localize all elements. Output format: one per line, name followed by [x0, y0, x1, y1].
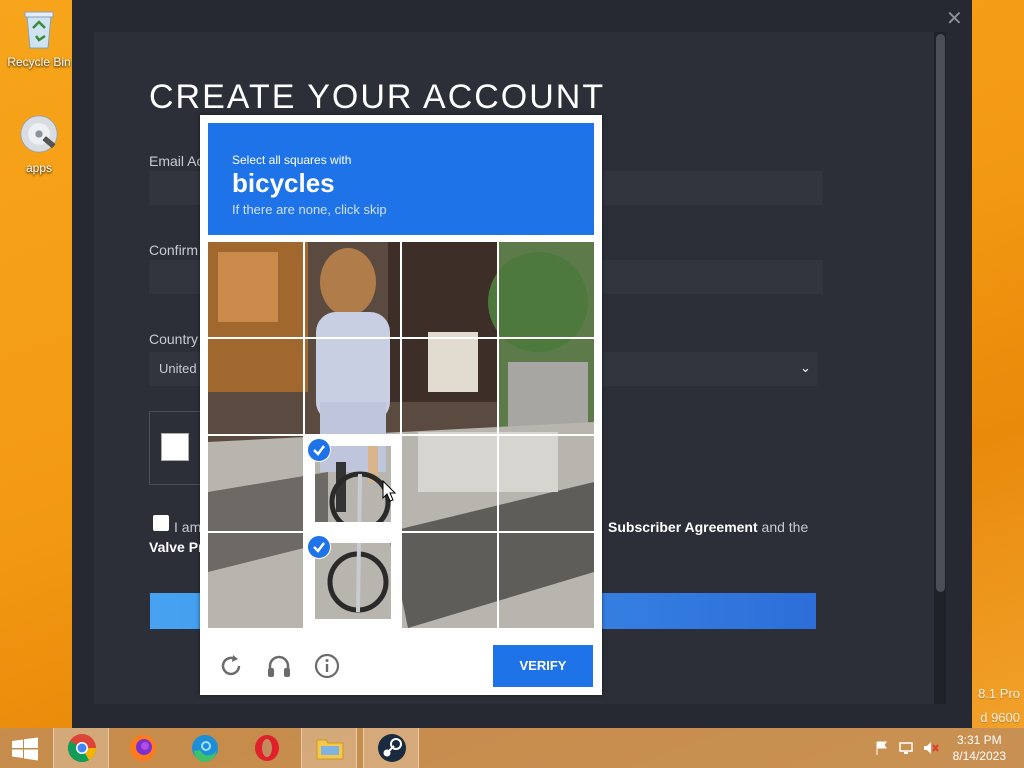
- steam-icon: [378, 734, 406, 762]
- clock-date: 8/14/2023: [952, 749, 1006, 763]
- captcha-tile-image: [402, 533, 497, 628]
- windows-logo-icon: [12, 737, 38, 761]
- captcha-tile[interactable]: [305, 242, 400, 337]
- captcha-tile-image: [499, 533, 594, 628]
- desktop-icon-apps[interactable]: apps: [4, 112, 74, 175]
- taskbar-steam[interactable]: [363, 728, 419, 768]
- subscriber-agreement-link[interactable]: Subscriber Agreement: [608, 519, 758, 535]
- captcha-tile[interactable]: [305, 533, 400, 628]
- captcha-tile-image: [402, 436, 497, 531]
- start-button[interactable]: [0, 728, 56, 768]
- network-icon[interactable]: [898, 740, 914, 756]
- captcha-tile-image: [305, 242, 400, 337]
- clock-time: 3:31 PM: [956, 733, 1002, 747]
- agreement-checkbox[interactable]: [153, 515, 169, 531]
- agreement-text-start: I am: [174, 519, 202, 535]
- captcha-prompt-header: Select all squares with bicycles If ther…: [208, 123, 594, 235]
- mouse-cursor-icon: [382, 480, 396, 502]
- captcha-skip-hint: If there are none, click skip: [232, 202, 387, 217]
- taskbar-firefox[interactable]: [115, 728, 171, 768]
- captcha-tile[interactable]: [208, 436, 303, 531]
- captcha-tile-image: [305, 339, 400, 434]
- taskbar: 3:31 PM 8/14/2023: [0, 728, 1024, 768]
- captcha-tile[interactable]: [208, 242, 303, 337]
- close-icon[interactable]: ✕: [946, 6, 963, 30]
- captcha-tile-image: [208, 533, 303, 628]
- info-icon[interactable]: [312, 651, 342, 681]
- captcha-tile[interactable]: [499, 533, 594, 628]
- captcha-image-grid: [208, 242, 594, 628]
- captcha-tile[interactable]: [305, 339, 400, 434]
- captcha-tile[interactable]: [402, 436, 497, 531]
- captcha-tile-image: [208, 242, 303, 337]
- verify-button[interactable]: VERIFY: [493, 645, 593, 687]
- desktop-icon-label: apps: [25, 161, 53, 175]
- agreement-text-end: Subscriber Agreement and the: [608, 519, 808, 535]
- captcha-tile[interactable]: [499, 242, 594, 337]
- flag-icon[interactable]: [874, 740, 890, 756]
- captcha-prompt-text: Select all squares with: [232, 153, 352, 167]
- captcha-tile-image: [208, 436, 303, 531]
- taskbar-clock[interactable]: 3:31 PM 8/14/2023: [953, 732, 1006, 764]
- recycle-bin-icon: [24, 11, 54, 49]
- captcha-tile-image: [402, 242, 497, 337]
- captcha-tile-image: [499, 242, 594, 337]
- chrome-icon: [68, 734, 96, 762]
- country-value: United: [159, 361, 197, 376]
- email-label: Email Ac: [149, 153, 204, 169]
- checkmark-icon: [307, 535, 331, 559]
- chevron-down-icon[interactable]: ⌄: [800, 360, 811, 376]
- opera-icon: [255, 735, 279, 761]
- captcha-tile-image: [499, 339, 594, 434]
- os-build-text: d 9600: [980, 710, 1020, 725]
- captcha-target-word: bicycles: [232, 168, 335, 198]
- captcha-tile[interactable]: [402, 339, 497, 434]
- confirm-email-label: Confirm: [149, 242, 199, 258]
- taskbar-edge[interactable]: [177, 728, 233, 768]
- volume-muted-icon[interactable]: [922, 740, 940, 756]
- page-title: CREATE YOUR ACCOUNT: [149, 78, 606, 116]
- captcha-tile[interactable]: [499, 436, 594, 531]
- scrollbar-thumb[interactable]: [936, 34, 945, 592]
- desktop-icon-label: Recycle Bin: [7, 55, 71, 69]
- captcha-tile-image: [499, 436, 594, 531]
- headphones-icon[interactable]: [264, 651, 294, 681]
- taskbar-file-explorer[interactable]: [301, 728, 357, 768]
- taskbar-chrome[interactable]: [53, 728, 109, 768]
- captcha-tile-image: [402, 339, 497, 434]
- edge-icon: [192, 735, 218, 762]
- taskbar-opera[interactable]: [239, 728, 295, 768]
- privacy-policy-link[interactable]: Valve Pr: [149, 539, 204, 555]
- captcha-checkbox[interactable]: [161, 433, 189, 461]
- os-edition-text: 8.1 Pro: [978, 686, 1020, 701]
- country-label: Country: [149, 331, 199, 347]
- firefox-icon: [130, 735, 156, 761]
- refresh-icon[interactable]: [216, 651, 246, 681]
- checkmark-icon: [307, 438, 331, 462]
- captcha-tile[interactable]: [402, 242, 497, 337]
- captcha-tile[interactable]: [208, 339, 303, 434]
- captcha-tile[interactable]: [499, 339, 594, 434]
- disc-drive-icon: [20, 115, 58, 153]
- captcha-tile[interactable]: [208, 533, 303, 628]
- folder-icon: [316, 739, 344, 760]
- captcha-challenge-dialog: Select all squares with bicycles If ther…: [200, 115, 602, 695]
- agreement-conjunction: and the: [761, 519, 809, 535]
- desktop-icon-recycle-bin[interactable]: Recycle Bin: [4, 6, 74, 69]
- captcha-tile-image: [208, 339, 303, 434]
- captcha-tile[interactable]: [402, 533, 497, 628]
